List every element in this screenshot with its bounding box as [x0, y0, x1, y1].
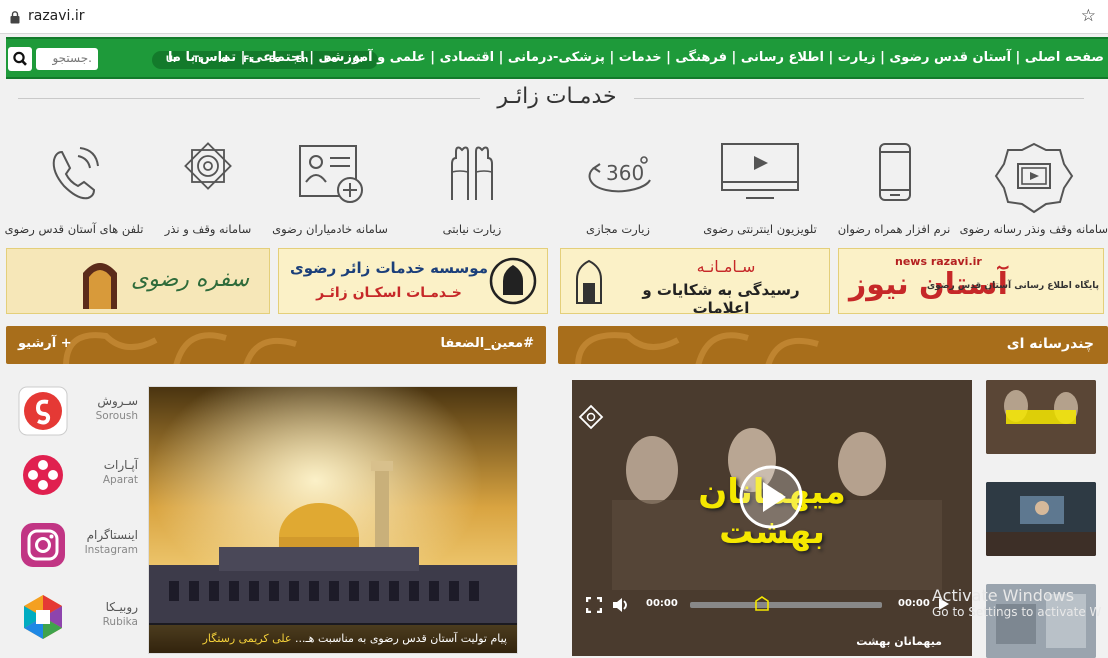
divider-right [634, 98, 1084, 99]
volume-icon[interactable] [612, 597, 630, 613]
soroush-name-fa: سـروش [97, 394, 138, 408]
phone-icon [52, 147, 99, 200]
search-button[interactable] [8, 47, 32, 71]
lock-icon [10, 9, 20, 28]
soroush-icon [18, 386, 68, 436]
watermark-logo-icon [755, 596, 769, 611]
banner-pilgrim-services[interactable]: موسسه خدمات زائر رضوی خـدمـات اسکـان زائ… [278, 248, 548, 314]
shrine-photo [149, 387, 517, 653]
thumbnail-image [986, 380, 1096, 454]
social-instagram[interactable]: اینستاگرام Instagram [14, 518, 138, 576]
archive-link[interactable]: + آرشیو [18, 336, 72, 351]
featured-shrine-image[interactable]: پیام تولیت آستان قدس رضوی به مناسبت هـ..… [148, 386, 518, 654]
hashtag-title[interactable]: #معین_الضعفا [440, 336, 534, 351]
fullscreen-icon[interactable] [586, 597, 602, 613]
media-vow-icon [994, 142, 1074, 214]
video-player[interactable]: میهمانان بهشت 00:00 00:00 میهمانان بهشت [572, 380, 972, 656]
video-progress-track[interactable] [690, 602, 882, 608]
banner-complaints-subtitle: رسیدگی به شکایات و اعلامات [642, 281, 800, 314]
rubika-name-fa: روبیـکا [105, 600, 138, 614]
instagram-icon [21, 523, 65, 567]
praying-hands-icon [451, 146, 493, 200]
browser-address-bar: razavi.ir ☆ [0, 0, 1108, 34]
video-current-time: 00:00 [646, 598, 678, 609]
social-rubika[interactable]: روبیـکا Rubika [14, 590, 138, 648]
service-label: سامانه وقف و نذر [164, 222, 252, 236]
search-icon [13, 51, 27, 66]
shrine-logo-icon [576, 259, 602, 304]
video-controls: 00:00 00:00 [572, 592, 972, 618]
360-view-icon: 360 [588, 156, 651, 193]
institute-logo-icon [489, 257, 537, 305]
hashtag-header-bar: + آرشیو #معین_الضعفا [6, 326, 546, 364]
door-illustration-icon [83, 263, 117, 309]
ornament-icon [184, 142, 232, 190]
video-thumbnail-2[interactable] [986, 482, 1096, 556]
aparat-name-fa: آپـارات [103, 458, 138, 472]
banner-calligraphy-text: سفره رضوی [131, 267, 250, 292]
social-aparat[interactable]: آپـارات Aparat [14, 448, 138, 506]
aparat-icon [23, 455, 63, 495]
svg-text:360: 360 [606, 161, 644, 185]
rubika-name-en: Rubika [102, 616, 138, 628]
service-label: نرم افزار همراه رضوان [837, 222, 951, 236]
multimedia-title: چندرسانه ای [1006, 336, 1094, 352]
banner-pilgrim-title: موسسه خدمات زائر رضوی [290, 259, 488, 277]
play-icon[interactable] [738, 464, 804, 530]
top-menu-links[interactable]: صفحه اصلی | آستان قدس رضوی | زیارت | اطل… [168, 50, 1104, 65]
service-mobile-app[interactable]: نرم افزار همراه رضوان [820, 138, 968, 236]
id-card-add-icon [299, 145, 363, 203]
shrine-caption-author: علی کریمی رستگار [202, 632, 292, 645]
banner-complaints-title: سـامـانـه [696, 257, 756, 276]
shrine-caption-text: پیام تولیت آستان قدس رضوی به مناسبت هـ..… [294, 632, 507, 645]
bookmark-star-icon[interactable]: ☆ [1081, 6, 1096, 26]
360-badge-icon[interactable] [578, 404, 604, 430]
video-caption: میهمانان بهشت [856, 635, 942, 648]
aparat-name-en: Aparat [102, 474, 138, 486]
section-title: خدمـات زائـر [497, 84, 617, 109]
service-label: زیارت مجازی [586, 222, 650, 236]
section-heading: خدمـات زائـر [0, 84, 1108, 114]
banner-news-caption: پایگاه اطلاع رسانی آستان قدس رضوی [926, 281, 1099, 291]
service-internet-tv[interactable]: تلویزیون اینترنتی رضوی [686, 138, 834, 236]
service-label: تلفن های آستان قدس رضوی [4, 222, 144, 236]
social-soroush[interactable]: سـروش Soroush [14, 384, 138, 442]
video-thumbnail-1[interactable] [986, 380, 1096, 454]
url-text[interactable]: razavi.ir [28, 8, 85, 24]
service-phones[interactable]: تلفن های آستان قدس رضوی [0, 138, 148, 236]
thumbnail-image [986, 482, 1096, 556]
service-label: زیارت نیابتی [442, 222, 502, 236]
windows-activation-watermark: Activate Windows Go to Settings to activ… [932, 586, 1101, 619]
instagram-name-en: Instagram [84, 544, 138, 556]
instagram-name-fa: اینستاگرام [86, 528, 138, 542]
banner-complaints[interactable]: سـامـانـه رسیدگی به شکایات و اعلامات [560, 248, 830, 314]
rubika-icon [24, 595, 62, 639]
multimedia-header-bar: چندرسانه ای [558, 326, 1108, 364]
main-navigation: جستجو. Ur Tr Id Fr Es En De Ar صفحه اصلی… [6, 37, 1108, 79]
banner-astan-news[interactable]: news razavi.ir آستان نیوز پایگاه اطلاع ر… [838, 248, 1104, 314]
service-proxy-pilgrimage[interactable]: زیارت نیابتی [398, 138, 546, 236]
shrine-caption: پیام تولیت آستان قدس رضوی به مناسبت هـ..… [149, 623, 517, 653]
search-input[interactable]: جستجو. [36, 48, 98, 70]
watermark-subtitle: Go to Settings to activate W [932, 605, 1102, 619]
video-total-time: 00:00 [898, 598, 930, 609]
divider-left [18, 98, 480, 99]
banner-calligraphy[interactable]: سفره رضوی [6, 248, 270, 314]
service-label: سامانه وقف ونذر رسانه رضوی [959, 222, 1108, 236]
service-label: تلویزیون اینترنتی رضوی [703, 222, 817, 236]
tv-play-icon [721, 143, 799, 199]
soroush-name-en: Soroush [95, 410, 138, 422]
banner-pilgrim-subtitle: خـدمـات اسکـان زائـر [316, 285, 462, 301]
service-endowment[interactable]: سامانه وقف و نذر [134, 138, 282, 236]
service-media-vow[interactable]: سامانه وقف ونذر رسانه رضوی [960, 138, 1108, 236]
watermark-title: Activate Windows [932, 586, 1075, 605]
mobile-app-icon [879, 143, 911, 201]
service-virtual-pilgrimage[interactable]: 360 زیارت مجازی [544, 138, 692, 236]
